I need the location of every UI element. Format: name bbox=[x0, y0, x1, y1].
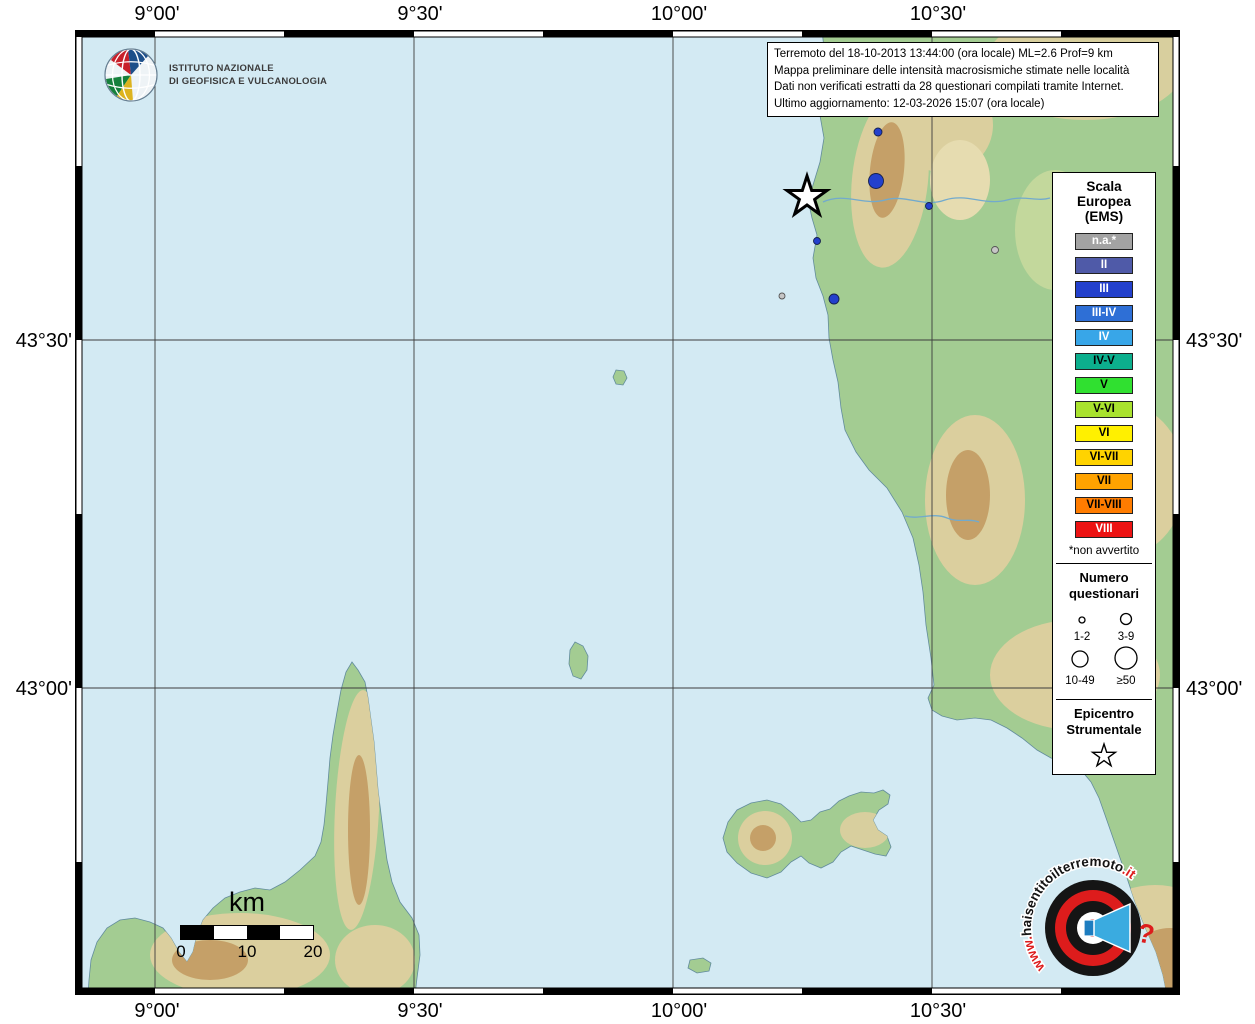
topographic-map bbox=[75, 30, 1180, 995]
ingv-globe-icon bbox=[103, 47, 159, 103]
lon-label-top: 9°00' bbox=[97, 3, 217, 26]
legend-swatch-label: V-VI bbox=[1093, 403, 1115, 415]
epicenter-key-title: Strumentale bbox=[1053, 722, 1155, 738]
lon-label-top: 10°30' bbox=[878, 3, 998, 26]
bin-label: 10-49 bbox=[1065, 675, 1094, 687]
legend-swatch: III-IV bbox=[1075, 305, 1133, 322]
legend-swatch: II bbox=[1075, 257, 1133, 274]
questionnaire-title: questionari bbox=[1053, 586, 1155, 602]
legend-swatch-label: VIII bbox=[1095, 523, 1112, 535]
intensity-scale: n.a.* II III III-IV IV IV-V V V-VI VI VI… bbox=[1053, 233, 1155, 538]
haisentito-logo: www.haisentitoilterremoto.it ? bbox=[1016, 848, 1172, 1015]
legend-swatch: VII-VIII bbox=[1075, 497, 1133, 514]
lat-label-left: 43°30' bbox=[2, 330, 72, 353]
legend-swatch: n.a.* bbox=[1075, 233, 1133, 250]
legend-swatch-label: IV-V bbox=[1093, 355, 1115, 367]
intensity-point bbox=[814, 238, 821, 245]
legend-swatch-label: V bbox=[1100, 379, 1108, 391]
intensity-point bbox=[992, 247, 999, 254]
intensity-point bbox=[926, 203, 933, 210]
intensity-point bbox=[829, 294, 839, 304]
scale-bar-segments bbox=[180, 925, 314, 940]
scale-tick: 0 bbox=[161, 942, 201, 962]
intensity-point bbox=[779, 293, 785, 299]
legend-swatch: IV-V bbox=[1075, 353, 1133, 370]
legend-title: Europea bbox=[1053, 194, 1155, 209]
lat-label-left: 43°00' bbox=[2, 678, 72, 701]
legend-title: Scala bbox=[1053, 179, 1155, 194]
legend-swatch-label: n.a.* bbox=[1092, 235, 1116, 247]
bin-label: 3-9 bbox=[1118, 631, 1135, 643]
scale-tick: 20 bbox=[293, 942, 333, 962]
legend-footnote: *non avvertito bbox=[1053, 545, 1155, 557]
legend-swatch-label: III bbox=[1099, 283, 1109, 295]
questionnaire-size-key: 1-2 3-9 10-49 ≥50 bbox=[1054, 606, 1154, 688]
ingv-logo-block: ISTITUTO NAZIONALE DI GEOFISICA E VULCAN… bbox=[103, 47, 327, 103]
legend-swatch-label: VI bbox=[1099, 427, 1110, 439]
bin-label: 1-2 bbox=[1074, 631, 1091, 643]
legend: Scala Europea (EMS) n.a.* II III III-IV … bbox=[1052, 172, 1156, 775]
last-update: Ultimo aggiornamento: 12-03-2026 15:07 (… bbox=[774, 96, 1152, 113]
seismic-intensity-map-page: 9°00' 9°30' 10°00' 10°30' 9°00' 9°30' 10… bbox=[0, 0, 1255, 1024]
legend-swatch-label: III-IV bbox=[1092, 307, 1116, 319]
map-canvas bbox=[75, 30, 1180, 995]
event-summary: Terremoto del 18-10-2013 13:44:00 (ora l… bbox=[774, 46, 1152, 63]
lon-label-top: 9°30' bbox=[360, 3, 480, 26]
legend-swatch: IV bbox=[1075, 329, 1133, 346]
map-scale-bar: km 0 10 20 bbox=[180, 888, 314, 962]
epicenter-key-title: Epicentro bbox=[1053, 706, 1155, 722]
ingv-name-line1: ISTITUTO NAZIONALE bbox=[169, 62, 327, 75]
legend-swatch: V bbox=[1075, 377, 1133, 394]
intensity-point bbox=[869, 174, 884, 189]
legend-swatch-label: VII bbox=[1097, 475, 1111, 487]
legend-swatch: VII bbox=[1075, 473, 1133, 490]
map-description: Mappa preliminare delle intensità macros… bbox=[774, 63, 1152, 80]
legend-divider bbox=[1056, 563, 1152, 564]
bin-label: ≥50 bbox=[1116, 675, 1135, 687]
scale-tick: 10 bbox=[227, 942, 267, 962]
lon-label-bottom: 10°30' bbox=[878, 1000, 998, 1023]
legend-swatch-label: IV bbox=[1099, 331, 1110, 343]
legend-swatch: III bbox=[1075, 281, 1133, 298]
lon-label-bottom: 9°00' bbox=[97, 1000, 217, 1023]
lat-label-right: 43°30' bbox=[1186, 330, 1255, 353]
legend-swatch-label: VI-VII bbox=[1090, 451, 1119, 463]
lon-label-bottom: 10°00' bbox=[619, 1000, 739, 1023]
intensity-point bbox=[874, 128, 882, 136]
legend-swatch: VI bbox=[1075, 425, 1133, 442]
legend-swatch: V-VI bbox=[1075, 401, 1133, 418]
epicenter-key-star-icon bbox=[1089, 741, 1119, 769]
scale-unit: km bbox=[180, 888, 314, 916]
haisentito-logo-graphic: www.haisentitoilterremoto.it ? bbox=[1016, 848, 1172, 1010]
legend-swatch: VI-VII bbox=[1075, 449, 1133, 466]
lon-label-bottom: 9°30' bbox=[360, 1000, 480, 1023]
legend-swatch-label: II bbox=[1101, 259, 1107, 271]
legend-swatch: VIII bbox=[1075, 521, 1133, 538]
legend-swatch-label: VII-VIII bbox=[1086, 499, 1121, 511]
legend-divider bbox=[1056, 699, 1152, 700]
lat-label-right: 43°00' bbox=[1186, 678, 1255, 701]
legend-title: (EMS) bbox=[1053, 209, 1155, 224]
lon-label-top: 10°00' bbox=[619, 3, 739, 26]
event-info-box: Terremoto del 18-10-2013 13:44:00 (ora l… bbox=[767, 42, 1159, 117]
ingv-name-line2: DI GEOFISICA E VULCANOLOGIA bbox=[169, 75, 327, 88]
questionnaire-title: Numero bbox=[1053, 570, 1155, 586]
data-disclaimer: Dati non verificati estratti da 28 quest… bbox=[774, 79, 1152, 96]
